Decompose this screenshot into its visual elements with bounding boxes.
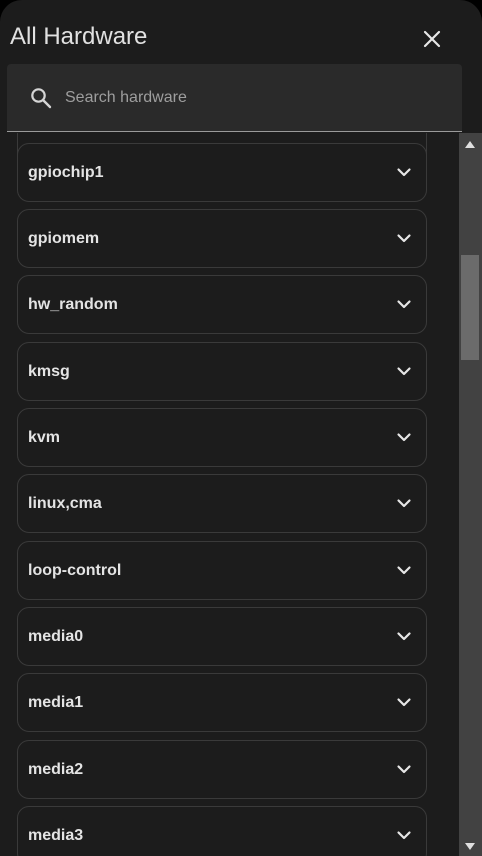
list-item-label: loop-control [28,562,122,579]
chevron-down-icon [397,831,411,840]
list-item[interactable]: hw_random [17,275,427,334]
list-item-label: hw_random [28,296,118,313]
list-item-label: kmsg [28,363,70,380]
search-icon [31,88,52,109]
search-field [7,64,462,132]
chevron-down-icon [397,632,411,641]
list-item-label: media0 [28,628,84,645]
list-item-label: media2 [28,761,84,778]
scroll-down-arrow-icon[interactable] [465,843,475,850]
list-item[interactable]: media0 [17,607,427,666]
search-input[interactable] [65,84,445,112]
scrollbar-thumb[interactable] [461,255,479,360]
list-item[interactable]: kvm [17,408,427,467]
close-button[interactable] [414,21,450,57]
chevron-down-icon [397,499,411,508]
list-scrollbar[interactable] [459,133,482,856]
close-icon [423,30,441,48]
list-item[interactable]: loop-control [17,541,427,600]
list-item[interactable]: gpiochip1 [17,143,427,202]
list-item[interactable]: gpiomem [17,209,427,268]
list-item[interactable]: kmsg [17,342,427,401]
list-item-label: gpiomem [28,230,100,247]
list-item[interactable]: media2 [17,740,427,799]
list-item-label: gpiochip1 [28,164,104,181]
all-hardware-dialog: All Hardware gpiochip1 gpiomem hw_random… [0,0,482,856]
chevron-down-icon [397,765,411,774]
list-item[interactable]: media3 [17,806,427,856]
list-item-label: media3 [28,827,84,844]
list-item-label: linux,cma [28,495,102,512]
list-item[interactable]: linux,cma [17,474,427,533]
chevron-down-icon [397,168,411,177]
dialog-title: All Hardware [10,23,148,50]
scroll-up-arrow-icon[interactable] [465,141,475,148]
chevron-down-icon [397,433,411,442]
chevron-down-icon [397,300,411,309]
chevron-down-icon [397,566,411,575]
chevron-down-icon [397,367,411,376]
chevron-down-icon [397,698,411,707]
list-item-label: media1 [28,694,84,711]
hardware-list: gpiochip1 gpiomem hw_random kmsg kvm lin… [0,133,459,856]
chevron-down-icon [397,234,411,243]
list-item-label: kvm [28,429,61,446]
list-item[interactable]: media1 [17,673,427,732]
